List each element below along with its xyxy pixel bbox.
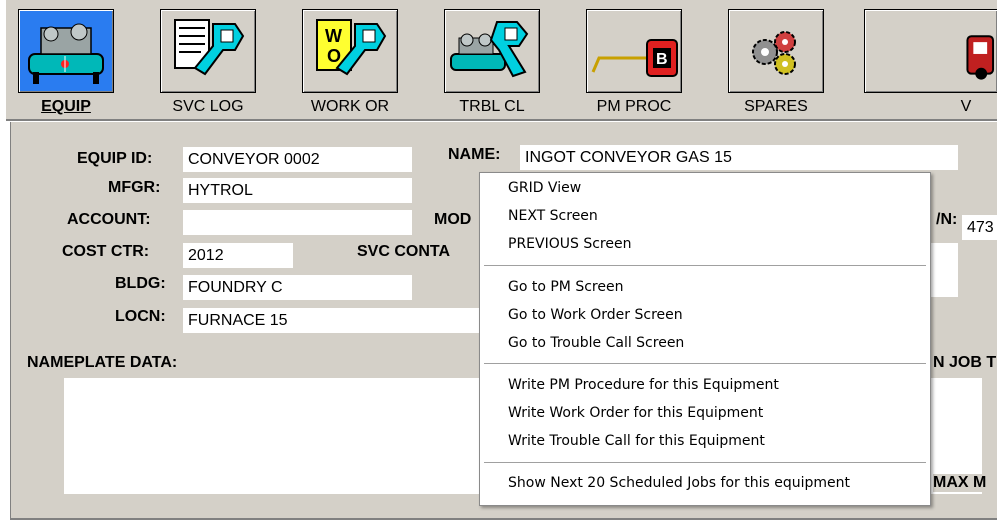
vehicle-button[interactable]: [864, 9, 997, 93]
equip-id-field[interactable]: CONVEYOR 0002: [182, 146, 413, 173]
pm-procedure-label[interactable]: PM PROC: [579, 98, 689, 116]
max-label: MAX M: [933, 474, 993, 492]
menu-show-next-20-jobs[interactable]: Show Next 20 Scheduled Jobs for this equ…: [508, 475, 850, 491]
equipment-window: EQUIP SVC LOG W O WORK OR TRBL CL B PM P…: [0, 0, 997, 524]
service-log-label[interactable]: SVC LOG: [153, 98, 263, 116]
menu-previous-screen[interactable]: PREVIOUS Screen: [508, 236, 631, 252]
pm-procedure-button[interactable]: B: [586, 9, 682, 93]
trouble-call-wrench-icon: [450, 21, 529, 78]
menu-separator: [484, 462, 926, 464]
account-field[interactable]: [182, 209, 413, 236]
menu-write-work-order[interactable]: Write Work Order for this Equipment: [508, 405, 763, 421]
toolbar-divider: [6, 119, 997, 121]
gears-icon: [752, 31, 796, 75]
pm-badge: B: [656, 51, 668, 68]
serial-number-field[interactable]: 473: [961, 214, 997, 241]
service-log-wrench-icon: [174, 19, 245, 76]
trouble-call-button[interactable]: [444, 9, 540, 93]
trouble-call-label[interactable]: TRBL CL: [437, 98, 547, 116]
menu-grid-view[interactable]: GRID View: [508, 180, 581, 196]
vehicle-icon: [966, 35, 995, 80]
work-order-button[interactable]: W O: [302, 9, 398, 93]
equip-label[interactable]: EQUIP: [11, 98, 121, 116]
mfgr-field[interactable]: HYTROL: [182, 177, 413, 204]
menu-separator: [484, 265, 926, 267]
context-menu: GRID View NEXT Screen PREVIOUS Screen Go…: [479, 172, 931, 506]
service-contact-label: SVC CONTA: [357, 243, 451, 260]
service-log-button[interactable]: [160, 9, 256, 93]
building-field[interactable]: FOUNDRY C: [182, 274, 413, 301]
menu-separator: [484, 363, 926, 365]
menu-go-to-work-order[interactable]: Go to Work Order Screen: [508, 307, 683, 323]
menu-next-screen[interactable]: NEXT Screen: [508, 208, 598, 224]
module-toolbar: EQUIP SVC LOG W O WORK OR TRBL CL B PM P…: [6, 0, 997, 120]
building-label: BLDG:: [115, 275, 166, 292]
location-label: LOCN:: [115, 308, 166, 325]
menu-write-trouble-call[interactable]: Write Trouble Call for this Equipment: [508, 433, 765, 449]
cost-center-field[interactable]: 2012: [182, 242, 294, 269]
mfgr-label: MFGR:: [108, 179, 161, 196]
name-field[interactable]: INGOT CONVEYOR GAS 15: [519, 144, 959, 171]
menu-write-pm-procedure[interactable]: Write PM Procedure for this Equipment: [508, 377, 779, 393]
spares-label[interactable]: SPARES: [721, 98, 831, 116]
work-order-wrench-icon: W O: [316, 19, 387, 76]
equip-button[interactable]: [18, 9, 114, 93]
account-label: ACCOUNT:: [67, 211, 151, 228]
pm-procedure-icon: B: [591, 39, 678, 77]
nameplate-label: NAMEPLATE DATA:: [27, 354, 178, 371]
equip-id-label: EQUIP ID:: [77, 150, 153, 167]
spares-button[interactable]: [728, 9, 824, 93]
work-order-label[interactable]: WORK OR: [295, 98, 405, 116]
job-label: N JOB T: [933, 354, 997, 371]
svg-text:W: W: [325, 26, 342, 46]
cost-center-label: COST CTR:: [62, 243, 150, 260]
name-label: NAME:: [448, 146, 501, 163]
model-label: MOD: [434, 211, 472, 228]
vehicle-label[interactable]: V: [936, 98, 996, 116]
menu-go-to-pm[interactable]: Go to PM Screen: [508, 279, 623, 295]
menu-go-to-trouble-call[interactable]: Go to Trouble Call Screen: [508, 335, 684, 351]
svg-text:O: O: [327, 46, 341, 66]
compressor-icon: [28, 23, 104, 84]
location-field[interactable]: FURNACE 15: [182, 307, 482, 334]
serial-number-label: /N:: [936, 211, 958, 228]
